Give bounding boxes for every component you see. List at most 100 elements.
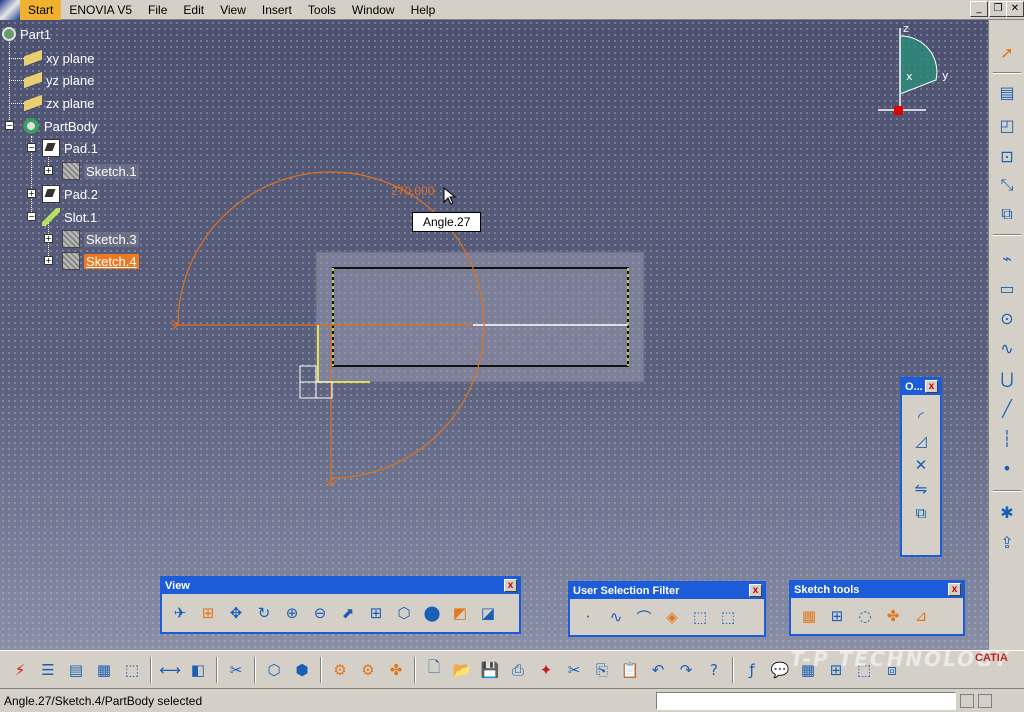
dimensional-constraints-icon[interactable]: ⊿ <box>909 604 933 628</box>
ruler-icon[interactable]: ⟷ <box>158 658 182 682</box>
close-icon[interactable]: x <box>948 583 961 596</box>
formula-icon[interactable]: ƒ <box>740 658 764 682</box>
measure-icon[interactable]: ⬚ <box>120 658 144 682</box>
view-toolbar-title[interactable]: View x <box>162 578 519 594</box>
close-icon[interactable]: x <box>504 579 517 592</box>
table-icon[interactable]: ▦ <box>92 658 116 682</box>
menu-start[interactable]: Start <box>20 0 62 20</box>
menu-view[interactable]: View <box>212 0 254 20</box>
sketch-analysis-icon[interactable]: ✱ <box>995 500 1019 524</box>
power-input-field[interactable] <box>656 692 956 710</box>
cut-part-icon[interactable]: ✂ <box>224 658 248 682</box>
chat-icon[interactable]: 💬 <box>768 658 792 682</box>
whats-this-icon[interactable]: ? <box>702 658 726 682</box>
wireframe-icon[interactable]: ⬡ <box>262 658 286 682</box>
menu-insert[interactable]: Insert <box>254 0 300 20</box>
constraint-icon[interactable]: ⤡ <box>995 173 1019 197</box>
zoom-in-icon[interactable]: ⊕ <box>280 601 304 625</box>
volume-filter-icon[interactable]: ◈ <box>660 605 684 629</box>
point-tool-icon[interactable]: • <box>995 456 1019 480</box>
profile-tool-icon[interactable]: ⌁ <box>995 246 1019 270</box>
close-icon[interactable]: x <box>749 584 762 597</box>
menu-enovia[interactable]: ENOVIA V5 <box>61 0 140 20</box>
rectangle-tool-icon[interactable]: ▭ <box>995 276 1019 300</box>
shading-icon[interactable]: ⬤ <box>420 601 444 625</box>
angle-dimension-value[interactable]: 270.000 <box>391 184 434 198</box>
tree-node-part1[interactable]: Part1 <box>2 24 51 44</box>
expand-sketch4-toggle[interactable]: + <box>44 256 53 265</box>
catia-logo-icon[interactable] <box>0 0 20 20</box>
open-folder-icon[interactable]: 📂 <box>450 658 474 682</box>
tree-node-partbody[interactable]: PartBody <box>22 116 97 136</box>
shading-with-edges-icon[interactable]: ⬢ <box>290 658 314 682</box>
pan-icon[interactable]: ✥ <box>224 601 248 625</box>
circle-tool-icon[interactable]: ⊙ <box>995 306 1019 330</box>
list-icon[interactable]: ▤ <box>64 658 88 682</box>
line-tool-icon[interactable]: ╱ <box>995 396 1019 420</box>
tree-node-sketch3[interactable]: Sketch.3 <box>62 229 139 249</box>
multi-view-icon[interactable]: ⊞ <box>364 601 388 625</box>
fix-together-icon[interactable]: ⚙ <box>356 658 380 682</box>
rectangle-icon[interactable]: ⊡ <box>995 144 1019 168</box>
menu-edit[interactable]: Edit <box>175 0 212 20</box>
minimize-button[interactable]: _ <box>970 1 988 17</box>
conic-tool-icon[interactable]: ⋃ <box>995 366 1019 390</box>
chamfer-icon[interactable]: ◿ <box>909 429 933 453</box>
mirror-icon[interactable]: ⇋ <box>909 477 933 501</box>
redo-icon[interactable]: ↷ <box>674 658 698 682</box>
tree-node-zx-plane[interactable]: zx plane <box>24 93 94 113</box>
collapse-pad1-toggle[interactable]: − <box>27 143 36 152</box>
menu-help[interactable]: Help <box>403 0 444 20</box>
tree-node-slot1[interactable]: Slot.1 <box>42 207 97 227</box>
close-window-button[interactable]: ✕ <box>1006 1 1024 17</box>
constraints-icon[interactable]: ⚙ <box>328 658 352 682</box>
standard-icon[interactable]: ☰ <box>36 658 60 682</box>
geometry-filter-icon[interactable]: ⬚ <box>716 605 740 629</box>
cut-icon[interactable]: ✂ <box>562 658 586 682</box>
selection-filter-title[interactable]: User Selection Filter x <box>570 583 764 599</box>
corner-icon[interactable]: ◜ <box>909 405 933 429</box>
iso-view-icon[interactable]: ⬡ <box>392 601 416 625</box>
new-document-icon[interactable]: 🗋 <box>422 658 446 682</box>
expand-sketch3-toggle[interactable]: + <box>44 234 53 243</box>
status-box-icon-2[interactable] <box>978 694 992 708</box>
restore-button[interactable]: ❐ <box>989 1 1007 17</box>
save-icon[interactable]: 💾 <box>478 658 502 682</box>
expand-sketch1-toggle[interactable]: + <box>44 166 53 175</box>
paste-icon[interactable]: 📋 <box>618 658 642 682</box>
grid-icon[interactable]: ▦ <box>797 604 821 628</box>
swap-visible-space-icon[interactable]: ◪ <box>476 601 500 625</box>
menu-window[interactable]: Window <box>344 0 403 20</box>
sketch-plane-icon[interactable]: ◧ <box>186 658 210 682</box>
compass-icon[interactable]: z x y <box>876 22 956 117</box>
collapse-partbody-toggle[interactable]: − <box>5 121 14 130</box>
menu-file[interactable]: File <box>140 0 175 20</box>
tree-node-sketch4[interactable]: Sketch.4 <box>62 251 139 271</box>
exit-workbench-icon[interactable]: ▤ <box>995 80 1019 104</box>
tree-node-pad1[interactable]: Pad.1 <box>42 138 98 158</box>
tree-node-yz-plane[interactable]: yz plane <box>24 70 94 90</box>
curve-filter-icon[interactable]: ∿ <box>604 605 628 629</box>
construction-element-icon[interactable]: ◌ <box>853 604 877 628</box>
dimension-constraint-icon[interactable]: ⚡ <box>8 658 32 682</box>
project-3d-elements-icon[interactable]: ⧉ <box>909 501 933 525</box>
expand-pad2-toggle[interactable]: + <box>27 189 36 198</box>
point-filter-icon[interactable]: · <box>576 605 600 629</box>
menu-tools[interactable]: Tools <box>300 0 344 20</box>
print-icon[interactable]: ⎙ <box>506 658 530 682</box>
operation-toolbar-title[interactable]: O... x <box>902 379 940 395</box>
profile-icon[interactable]: ◰ <box>995 113 1019 137</box>
exit-sketcher-icon[interactable]: ⇪ <box>995 530 1019 554</box>
snap-to-point-icon[interactable]: ⊞ <box>825 604 849 628</box>
close-icon[interactable]: x <box>925 380 938 393</box>
hide-show-icon[interactable]: ◩ <box>448 601 472 625</box>
rotate-icon[interactable]: ↻ <box>252 601 276 625</box>
zoom-out-icon[interactable]: ⊖ <box>308 601 332 625</box>
surface-filter-icon[interactable]: ⌒ <box>632 605 656 629</box>
axis-tool-icon[interactable]: ┆ <box>995 426 1019 450</box>
collapse-slot1-toggle[interactable]: − <box>27 212 36 221</box>
auto-search-icon[interactable]: ✤ <box>384 658 408 682</box>
catia-3ds-icon[interactable]: ✦ <box>534 658 558 682</box>
normal-view-icon[interactable]: ⬈ <box>336 601 360 625</box>
3d-viewport[interactable]: 270.000 Angle.27 Part1 xy plane yz plane… <box>0 20 988 650</box>
